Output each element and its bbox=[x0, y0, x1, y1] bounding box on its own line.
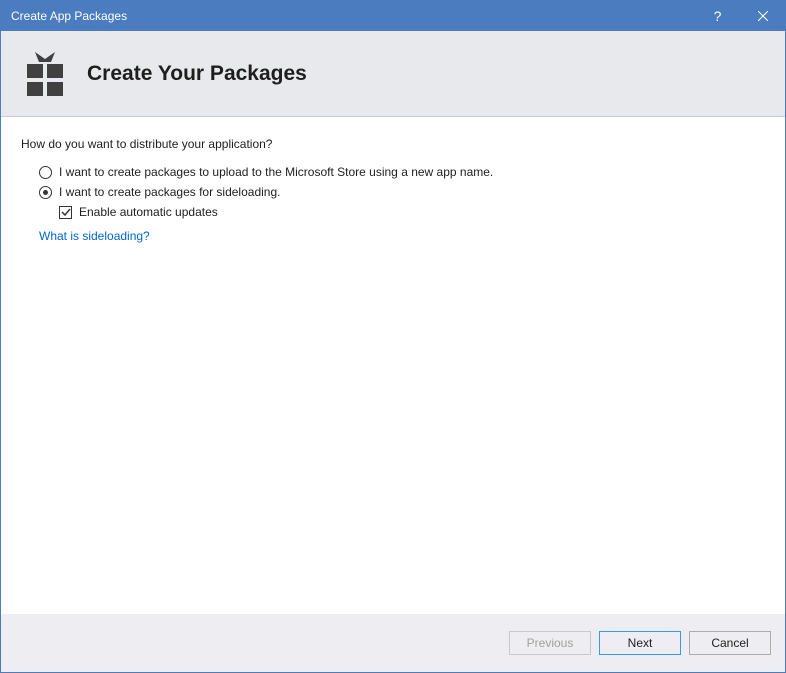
checkbox-checked-icon bbox=[59, 206, 72, 219]
package-icon bbox=[21, 50, 69, 98]
page-title: Create Your Packages bbox=[87, 62, 307, 86]
help-button[interactable]: ? bbox=[695, 1, 740, 31]
wizard-footer: Previous Next Cancel bbox=[1, 614, 785, 672]
close-icon bbox=[758, 11, 768, 21]
sideloading-help-link[interactable]: What is sideloading? bbox=[39, 229, 765, 243]
option-sideload[interactable]: I want to create packages for sideloadin… bbox=[39, 185, 765, 199]
options-group: I want to create packages to upload to t… bbox=[21, 165, 765, 243]
window-title: Create App Packages bbox=[11, 9, 695, 23]
option-store-label: I want to create packages to upload to t… bbox=[59, 165, 493, 179]
question-text: How do you want to distribute your appli… bbox=[21, 137, 765, 151]
enable-updates-checkbox[interactable]: Enable automatic updates bbox=[39, 205, 765, 219]
previous-button: Previous bbox=[509, 631, 591, 655]
close-button[interactable] bbox=[740, 1, 785, 31]
wizard-content: How do you want to distribute your appli… bbox=[1, 117, 785, 614]
radio-checked-icon bbox=[39, 186, 52, 199]
radio-icon bbox=[39, 166, 52, 179]
next-button[interactable]: Next bbox=[599, 631, 681, 655]
enable-updates-label: Enable automatic updates bbox=[79, 205, 218, 219]
option-sideload-label: I want to create packages for sideloadin… bbox=[59, 185, 280, 199]
titlebar: Create App Packages ? bbox=[1, 1, 785, 31]
wizard-header: Create Your Packages bbox=[1, 31, 785, 117]
option-store[interactable]: I want to create packages to upload to t… bbox=[39, 165, 765, 179]
cancel-button[interactable]: Cancel bbox=[689, 631, 771, 655]
